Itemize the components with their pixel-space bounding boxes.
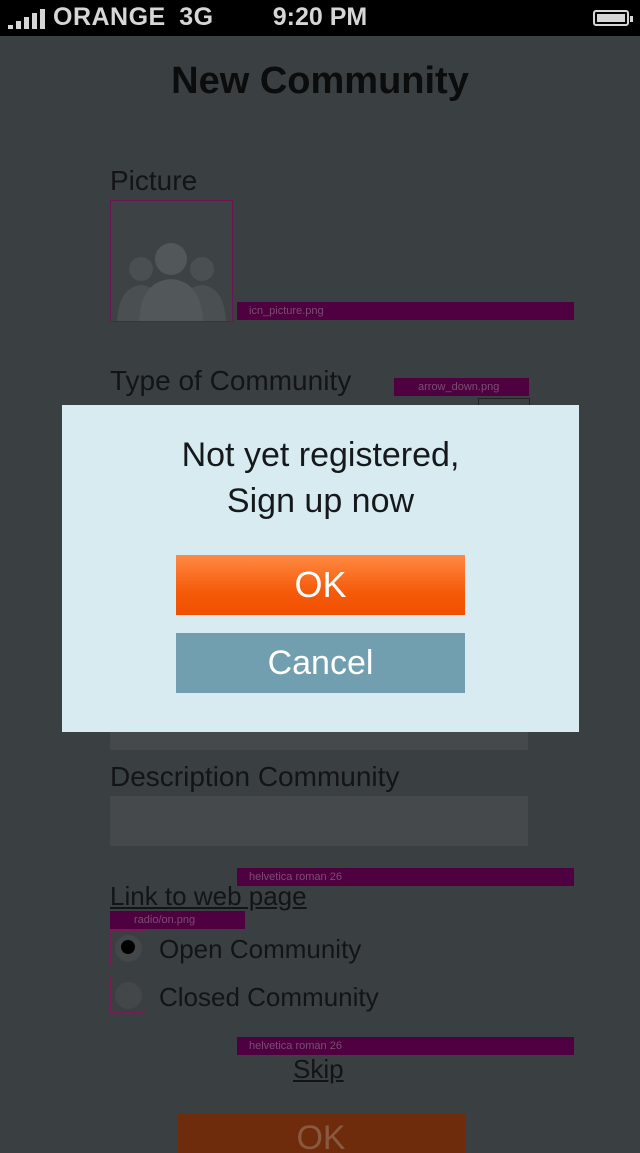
dialog-message-line2: Sign up now (226, 482, 415, 520)
radio-open-community[interactable] (110, 930, 146, 966)
battery-icon (593, 10, 633, 26)
page-title: New Community (171, 60, 469, 102)
web-page-link[interactable]: Link to web page (110, 881, 307, 912)
description-field[interactable] (110, 796, 528, 846)
name-field[interactable] (110, 730, 528, 750)
dialog-cancel-button[interactable]: Cancel (176, 633, 465, 693)
closed-community-label: Closed Community (159, 982, 379, 1012)
description-label: Description Community (110, 761, 400, 792)
arrow-asset-annotation: arrow_down.png (394, 378, 529, 396)
radio-closed-community[interactable] (110, 977, 146, 1013)
radio-ring (115, 982, 142, 1009)
dialog-ok-button[interactable]: OK (176, 555, 465, 615)
clock: 9:20 PM (272, 3, 368, 31)
status-bar: ORANGE 3G 9:20 PM (0, 0, 640, 36)
type-label: Type of Community (110, 365, 352, 396)
community-avatar-icon (117, 243, 226, 321)
radio-asset-annotation: radio/on.png (110, 911, 245, 929)
dialog-message-line1: Not yet registered, (181, 436, 460, 474)
signup-dialog: Not yet registered, Sign up now OK Cance… (62, 405, 579, 732)
radio-selected-dot (121, 940, 135, 954)
skip-font-annotation: helvetica roman 26 (237, 1037, 574, 1055)
picture-asset-annotation: icn_picture.png (237, 302, 574, 320)
dialog-message: Not yet registered, Sign up now (62, 432, 579, 524)
picture-placeholder[interactable] (110, 200, 233, 322)
open-community-label: Open Community (159, 934, 362, 964)
submit-button[interactable]: OK (177, 1113, 465, 1153)
picture-label: Picture (110, 165, 198, 196)
skip-link[interactable]: Skip (293, 1054, 344, 1085)
